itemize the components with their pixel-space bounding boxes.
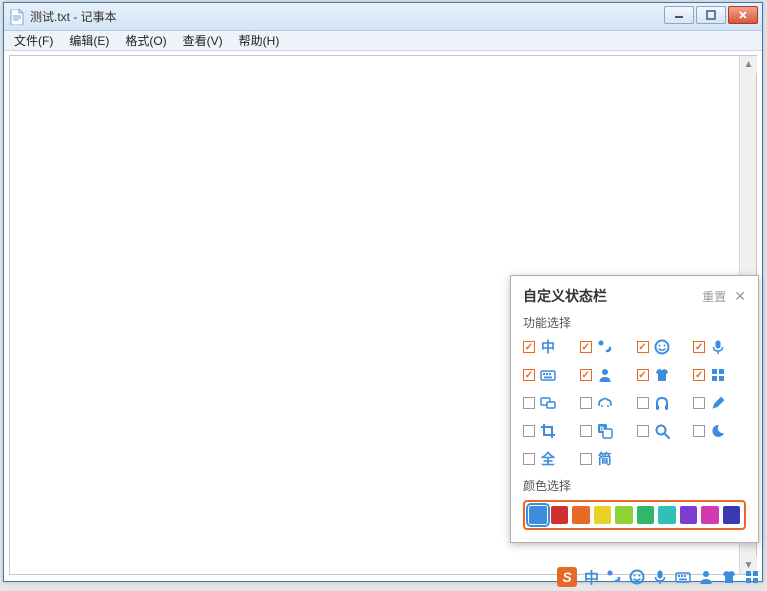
feature-lang[interactable]: 中 [523,337,576,357]
menu-file[interactable]: 文件(F) [6,30,61,51]
feature-punct-checkbox[interactable] [580,341,592,353]
feature-crop[interactable] [523,421,576,441]
simp-icon: 简 [596,449,614,469]
ime-emoji[interactable] [629,569,645,585]
feature-screens-checkbox[interactable] [523,397,535,409]
feature-shirt-checkbox[interactable] [637,369,649,381]
moon-icon [709,423,727,439]
color-swatch-8[interactable] [701,506,719,524]
color-swatch-0[interactable] [529,506,547,524]
close-button[interactable] [728,6,758,24]
color-swatch-1[interactable] [551,506,569,524]
features-section-label: 功能选择 [523,314,746,331]
ime-user[interactable] [698,569,714,585]
menubar: 文件(F) 编辑(E) 格式(O) 查看(V) 帮助(H) [4,31,762,51]
feature-headphones-checkbox[interactable] [637,397,649,409]
ime-keyboard[interactable] [675,569,691,585]
feature-lang-checkbox[interactable] [523,341,535,353]
ime-logo-icon[interactable]: S [557,567,577,587]
feature-shirt[interactable] [637,365,690,385]
feature-moon-checkbox[interactable] [693,425,705,437]
keyboard-icon [539,367,557,383]
feature-translate[interactable] [580,421,633,441]
feature-crop-checkbox[interactable] [523,425,535,437]
feature-keyboard-checkbox[interactable] [523,369,535,381]
feature-face-checkbox[interactable] [580,397,592,409]
window-title: 测试.txt - 记事本 [30,8,117,25]
punct-icon [596,339,614,355]
feature-face[interactable] [580,393,633,413]
grid-icon [709,367,727,383]
ime-lang[interactable]: 中 [584,567,599,588]
feature-keyboard[interactable] [523,365,576,385]
headphones-icon [653,395,671,411]
menu-help[interactable]: 帮助(H) [231,30,288,51]
search-icon [653,423,671,439]
feature-grid-checkbox[interactable] [693,369,705,381]
color-swatch-3[interactable] [594,506,612,524]
feature-simp-checkbox[interactable] [580,453,592,465]
feature-mic-checkbox[interactable] [693,341,705,353]
feature-search-checkbox[interactable] [637,425,649,437]
titlebar[interactable]: 测试.txt - 记事本 [4,3,762,31]
ime-grid[interactable] [744,569,760,585]
ime-punct[interactable] [606,569,622,585]
face-icon [596,395,614,411]
menu-edit[interactable]: 编辑(E) [61,30,117,51]
menu-view[interactable]: 查看(V) [175,30,231,51]
feature-mic[interactable] [693,337,746,357]
feature-emoji-checkbox[interactable] [637,341,649,353]
feature-full-checkbox[interactable] [523,453,535,465]
maximize-button[interactable] [696,6,726,24]
translate-icon [596,423,614,439]
feature-search[interactable] [637,421,690,441]
color-swatch-6[interactable] [658,506,676,524]
color-swatch-5[interactable] [637,506,655,524]
screens-icon [539,395,557,411]
feature-grid: 中全 简 [523,337,746,469]
feature-user-checkbox[interactable] [580,369,592,381]
feature-grid[interactable] [693,365,746,385]
feature-user[interactable] [580,365,633,385]
feature-full[interactable]: 全 [523,449,576,469]
feature-pen[interactable] [693,393,746,413]
menu-format[interactable]: 格式(O) [117,30,174,51]
feature-headphones[interactable] [637,393,690,413]
feature-translate-checkbox[interactable] [580,425,592,437]
user-icon [596,367,614,383]
mic-icon [709,339,727,355]
popup-title: 自定义状态栏 [523,286,607,306]
pen-icon [709,395,727,411]
ime-shirt[interactable] [721,569,737,585]
customize-statusbar-popup: 自定义状态栏 重置 ✕ 功能选择 中全 简 颜色选择 [510,275,759,543]
color-swatch-9[interactable] [723,506,741,524]
shirt-icon [653,367,671,383]
document-icon [10,9,24,25]
lang-icon: 中 [539,337,557,357]
scroll-up-icon[interactable]: ▲ [740,56,757,73]
feature-emoji[interactable] [637,337,690,357]
color-row [523,500,746,530]
color-swatch-7[interactable] [680,506,698,524]
popup-close-icon[interactable]: ✕ [734,289,746,303]
feature-moon[interactable] [693,421,746,441]
color-swatch-4[interactable] [615,506,633,524]
ime-statusbar: S 中 [553,565,764,589]
full-icon: 全 [539,449,557,469]
feature-screens[interactable] [523,393,576,413]
crop-icon [539,423,557,439]
reset-button[interactable]: 重置 [702,288,726,305]
emoji-icon [653,339,671,355]
minimize-button[interactable] [664,6,694,24]
feature-simp[interactable]: 简 [580,449,633,469]
feature-punct[interactable] [580,337,633,357]
color-swatch-2[interactable] [572,506,590,524]
colors-section-label: 颜色选择 [523,477,746,494]
feature-pen-checkbox[interactable] [693,397,705,409]
ime-mic[interactable] [652,569,668,585]
